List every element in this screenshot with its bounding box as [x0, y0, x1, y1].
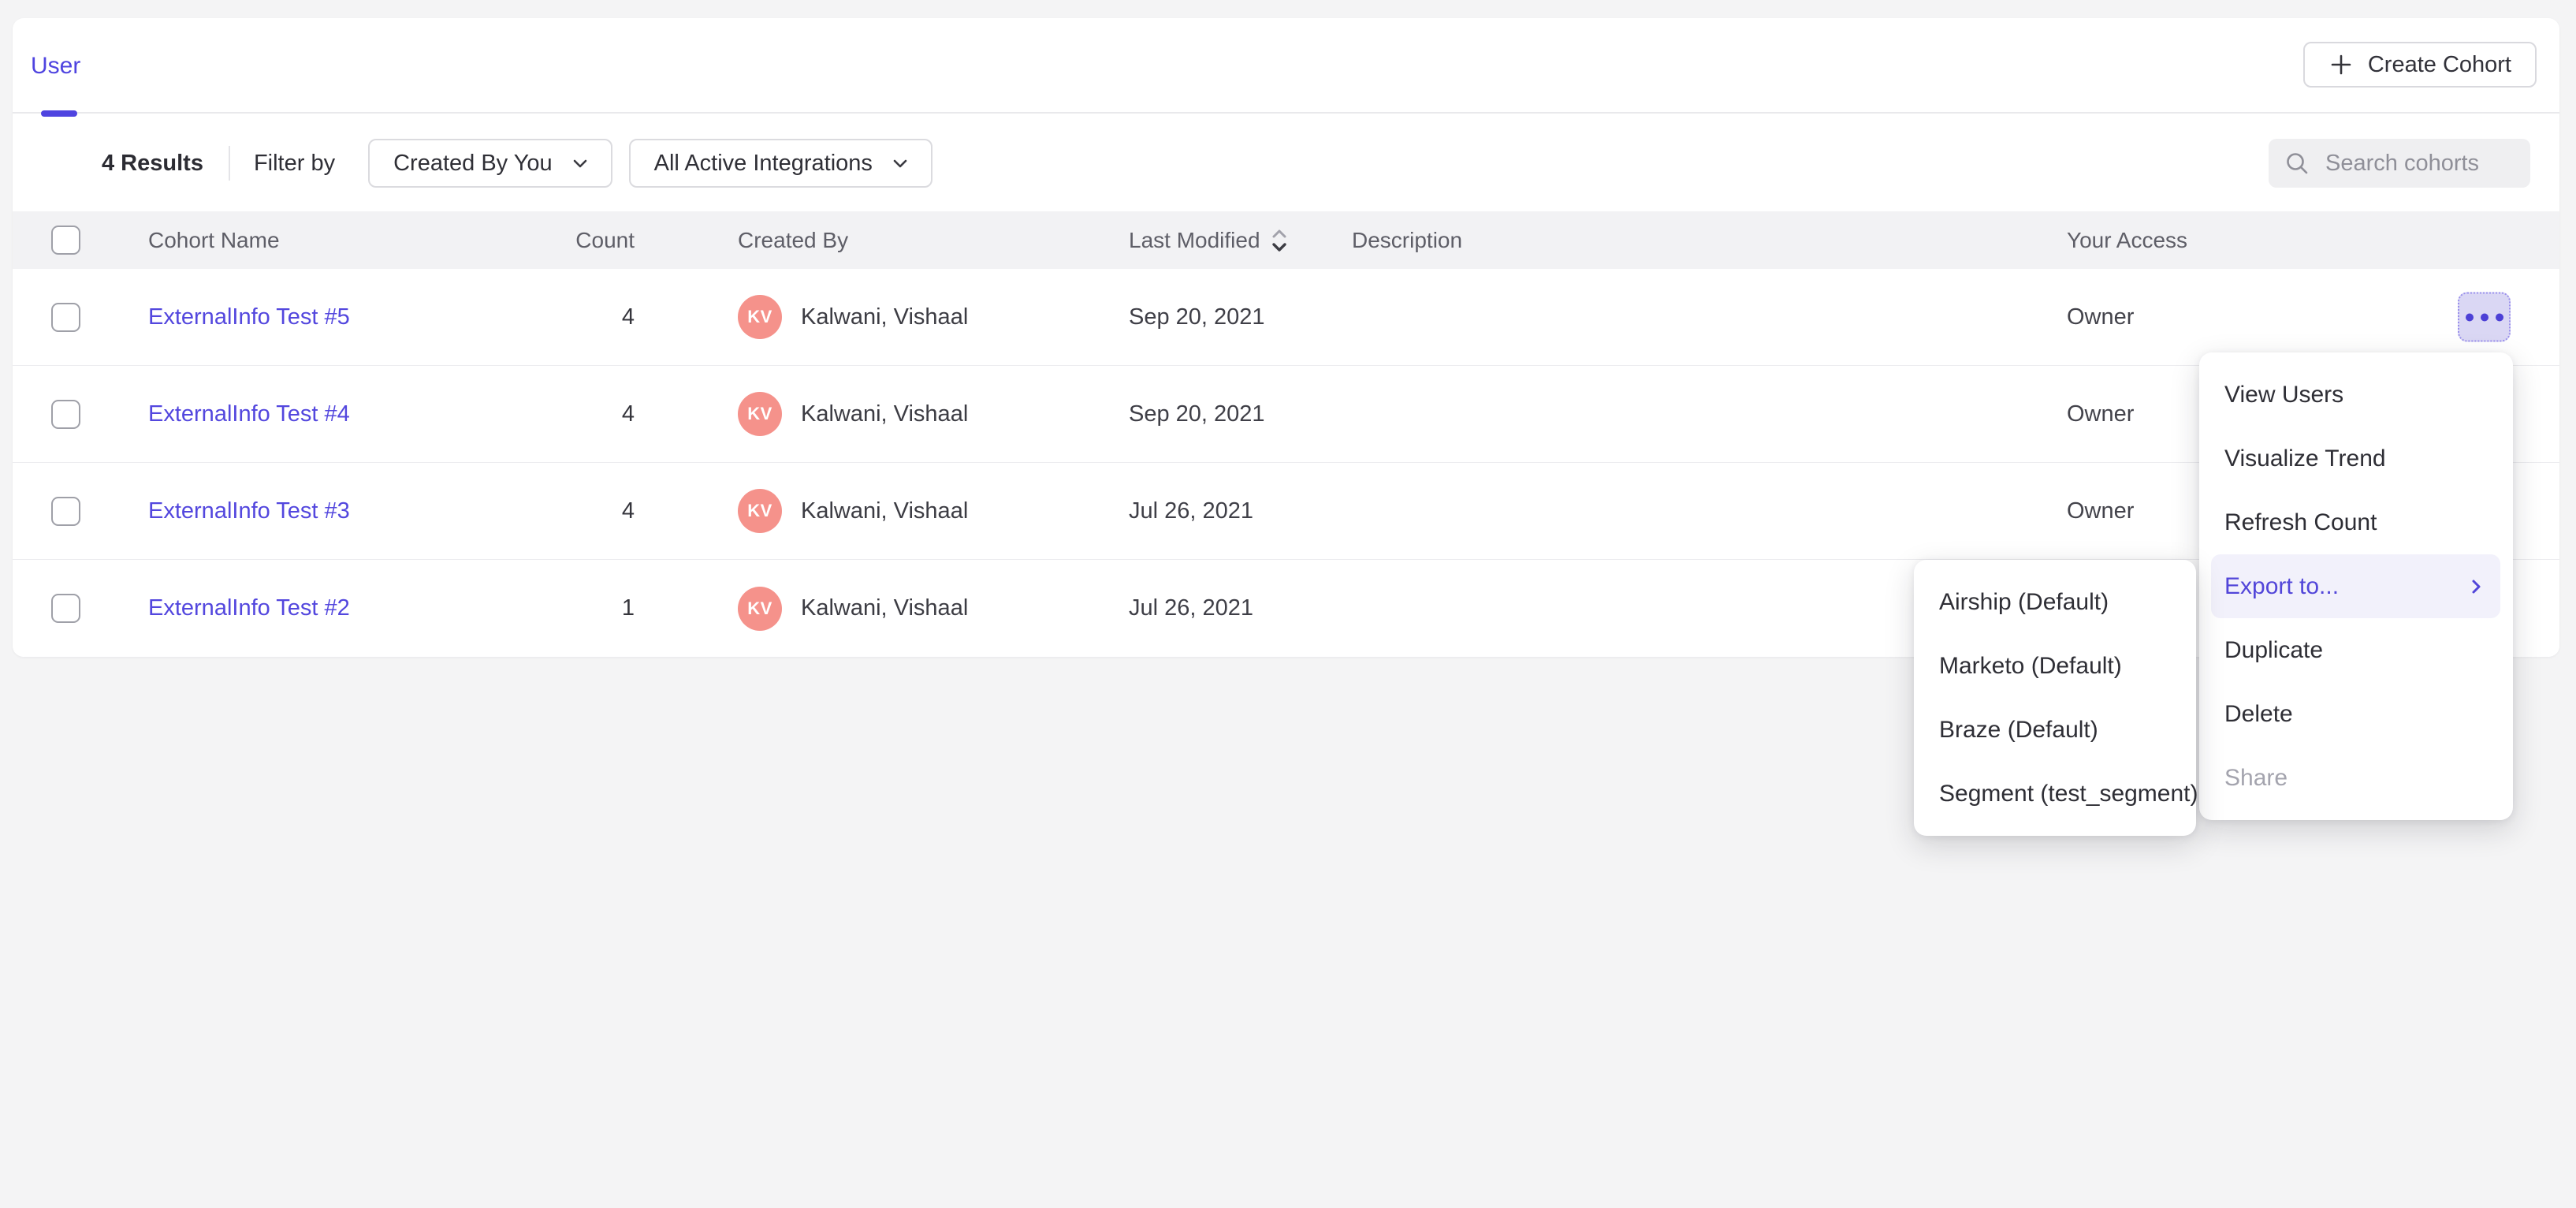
column-header-created-by: Created By [635, 228, 1129, 253]
select-all-cell [13, 226, 148, 255]
cohort-name-link[interactable]: ExternalInfo Test #2 [148, 595, 350, 621]
select-all-checkbox[interactable] [51, 226, 80, 255]
table-header: Cohort Name Count Created By Last Modifi… [13, 211, 2559, 269]
last-modified-date: Sep 20, 2021 [1129, 401, 1265, 427]
submenu-item-segment[interactable]: Segment (test_segment) [1914, 762, 2196, 826]
cohort-name-link[interactable]: ExternalInfo Test #4 [148, 401, 350, 427]
create-cohort-label: Create Cohort [2368, 52, 2511, 78]
integrations-dropdown-value: All Active Integrations [654, 151, 873, 177]
filter-by-label: Filter by [254, 151, 335, 177]
search-input[interactable] [2324, 150, 2516, 177]
creator-name: Kalwani, Vishaal [801, 401, 968, 427]
cohort-count: 4 [622, 401, 635, 427]
table-row: ExternalInfo Test #3 4 KV Kalwani, Visha… [13, 463, 2559, 560]
integrations-dropdown[interactable]: All Active Integrations [629, 139, 932, 188]
row-actions-button[interactable] [2458, 293, 2511, 342]
row-actions-context-menu: View Users Visualize Trend Refresh Count… [2199, 352, 2513, 820]
row-checkbox[interactable] [51, 303, 80, 332]
row-checkbox[interactable] [51, 497, 80, 526]
menu-item-visualize-trend[interactable]: Visualize Trend [2199, 427, 2513, 490]
search-icon [2283, 149, 2311, 177]
creator-name: Kalwani, Vishaal [801, 595, 968, 621]
column-header-last-modified[interactable]: Last Modified [1129, 227, 1352, 254]
menu-item-share: Share [2199, 746, 2513, 810]
last-modified-date: Jul 26, 2021 [1129, 498, 1253, 524]
submenu-item-airship[interactable]: Airship (Default) [1914, 570, 2196, 634]
export-submenu: Airship (Default) Marketo (Default) Braz… [1914, 560, 2196, 836]
column-header-cohort-name: Cohort Name [148, 228, 533, 253]
created-by-dropdown-value: Created By You [393, 151, 553, 177]
row-checkbox[interactable] [51, 400, 80, 429]
chevron-right-icon [2467, 578, 2485, 595]
creator-name: Kalwani, Vishaal [801, 498, 968, 524]
submenu-item-braze[interactable]: Braze (Default) [1914, 698, 2196, 762]
table-row: ExternalInfo Test #4 4 KV Kalwani, Visha… [13, 366, 2559, 463]
menu-item-export-to[interactable]: Export to... [2211, 554, 2500, 618]
creator-name: Kalwani, Vishaal [801, 304, 968, 330]
cohort-count: 4 [622, 304, 635, 330]
search-box[interactable] [2269, 139, 2530, 188]
cohort-name-link[interactable]: ExternalInfo Test #3 [148, 498, 350, 524]
avatar: KV [738, 295, 782, 339]
last-modified-date: Jul 26, 2021 [1129, 595, 1253, 621]
column-header-count: Count [575, 228, 635, 253]
avatar: KV [738, 587, 782, 631]
cohort-count: 1 [622, 595, 635, 621]
chevron-down-icon [570, 153, 590, 173]
cohort-count: 4 [622, 498, 635, 524]
tab-user[interactable]: User [28, 18, 84, 114]
menu-item-delete[interactable]: Delete [2199, 682, 2513, 746]
chevron-down-icon [890, 153, 910, 173]
results-count: 4 Results [102, 151, 203, 177]
ellipsis-icon [2466, 313, 2503, 321]
plus-icon [2328, 52, 2354, 77]
column-header-description: Description [1352, 228, 2067, 253]
tab-user-label: User [31, 53, 80, 80]
access-level: Owner [2067, 304, 2134, 330]
cohort-name-link[interactable]: ExternalInfo Test #5 [148, 304, 350, 330]
table-row: ExternalInfo Test #5 4 KV Kalwani, Visha… [13, 269, 2559, 366]
menu-item-refresh-count[interactable]: Refresh Count [2199, 490, 2513, 554]
column-header-your-access: Your Access [2067, 228, 2559, 253]
avatar: KV [738, 489, 782, 533]
last-modified-date: Sep 20, 2021 [1129, 304, 1265, 330]
create-cohort-button[interactable]: Create Cohort [2303, 42, 2537, 88]
submenu-item-marketo[interactable]: Marketo (Default) [1914, 634, 2196, 698]
vertical-divider [229, 146, 230, 181]
row-checkbox[interactable] [51, 594, 80, 623]
menu-item-duplicate[interactable]: Duplicate [2199, 618, 2513, 682]
sort-updown-icon [1270, 227, 1289, 254]
filter-bar: 4 Results Filter by Created By You All A… [13, 115, 2559, 211]
access-level: Owner [2067, 498, 2134, 524]
access-level: Owner [2067, 401, 2134, 427]
avatar: KV [738, 392, 782, 436]
tab-bar: User Create Cohort [13, 18, 2559, 114]
created-by-dropdown[interactable]: Created By You [368, 139, 612, 188]
cohorts-page: User Create Cohort 4 Results Filter by C… [0, 0, 2576, 1208]
menu-item-view-users[interactable]: View Users [2199, 363, 2513, 427]
